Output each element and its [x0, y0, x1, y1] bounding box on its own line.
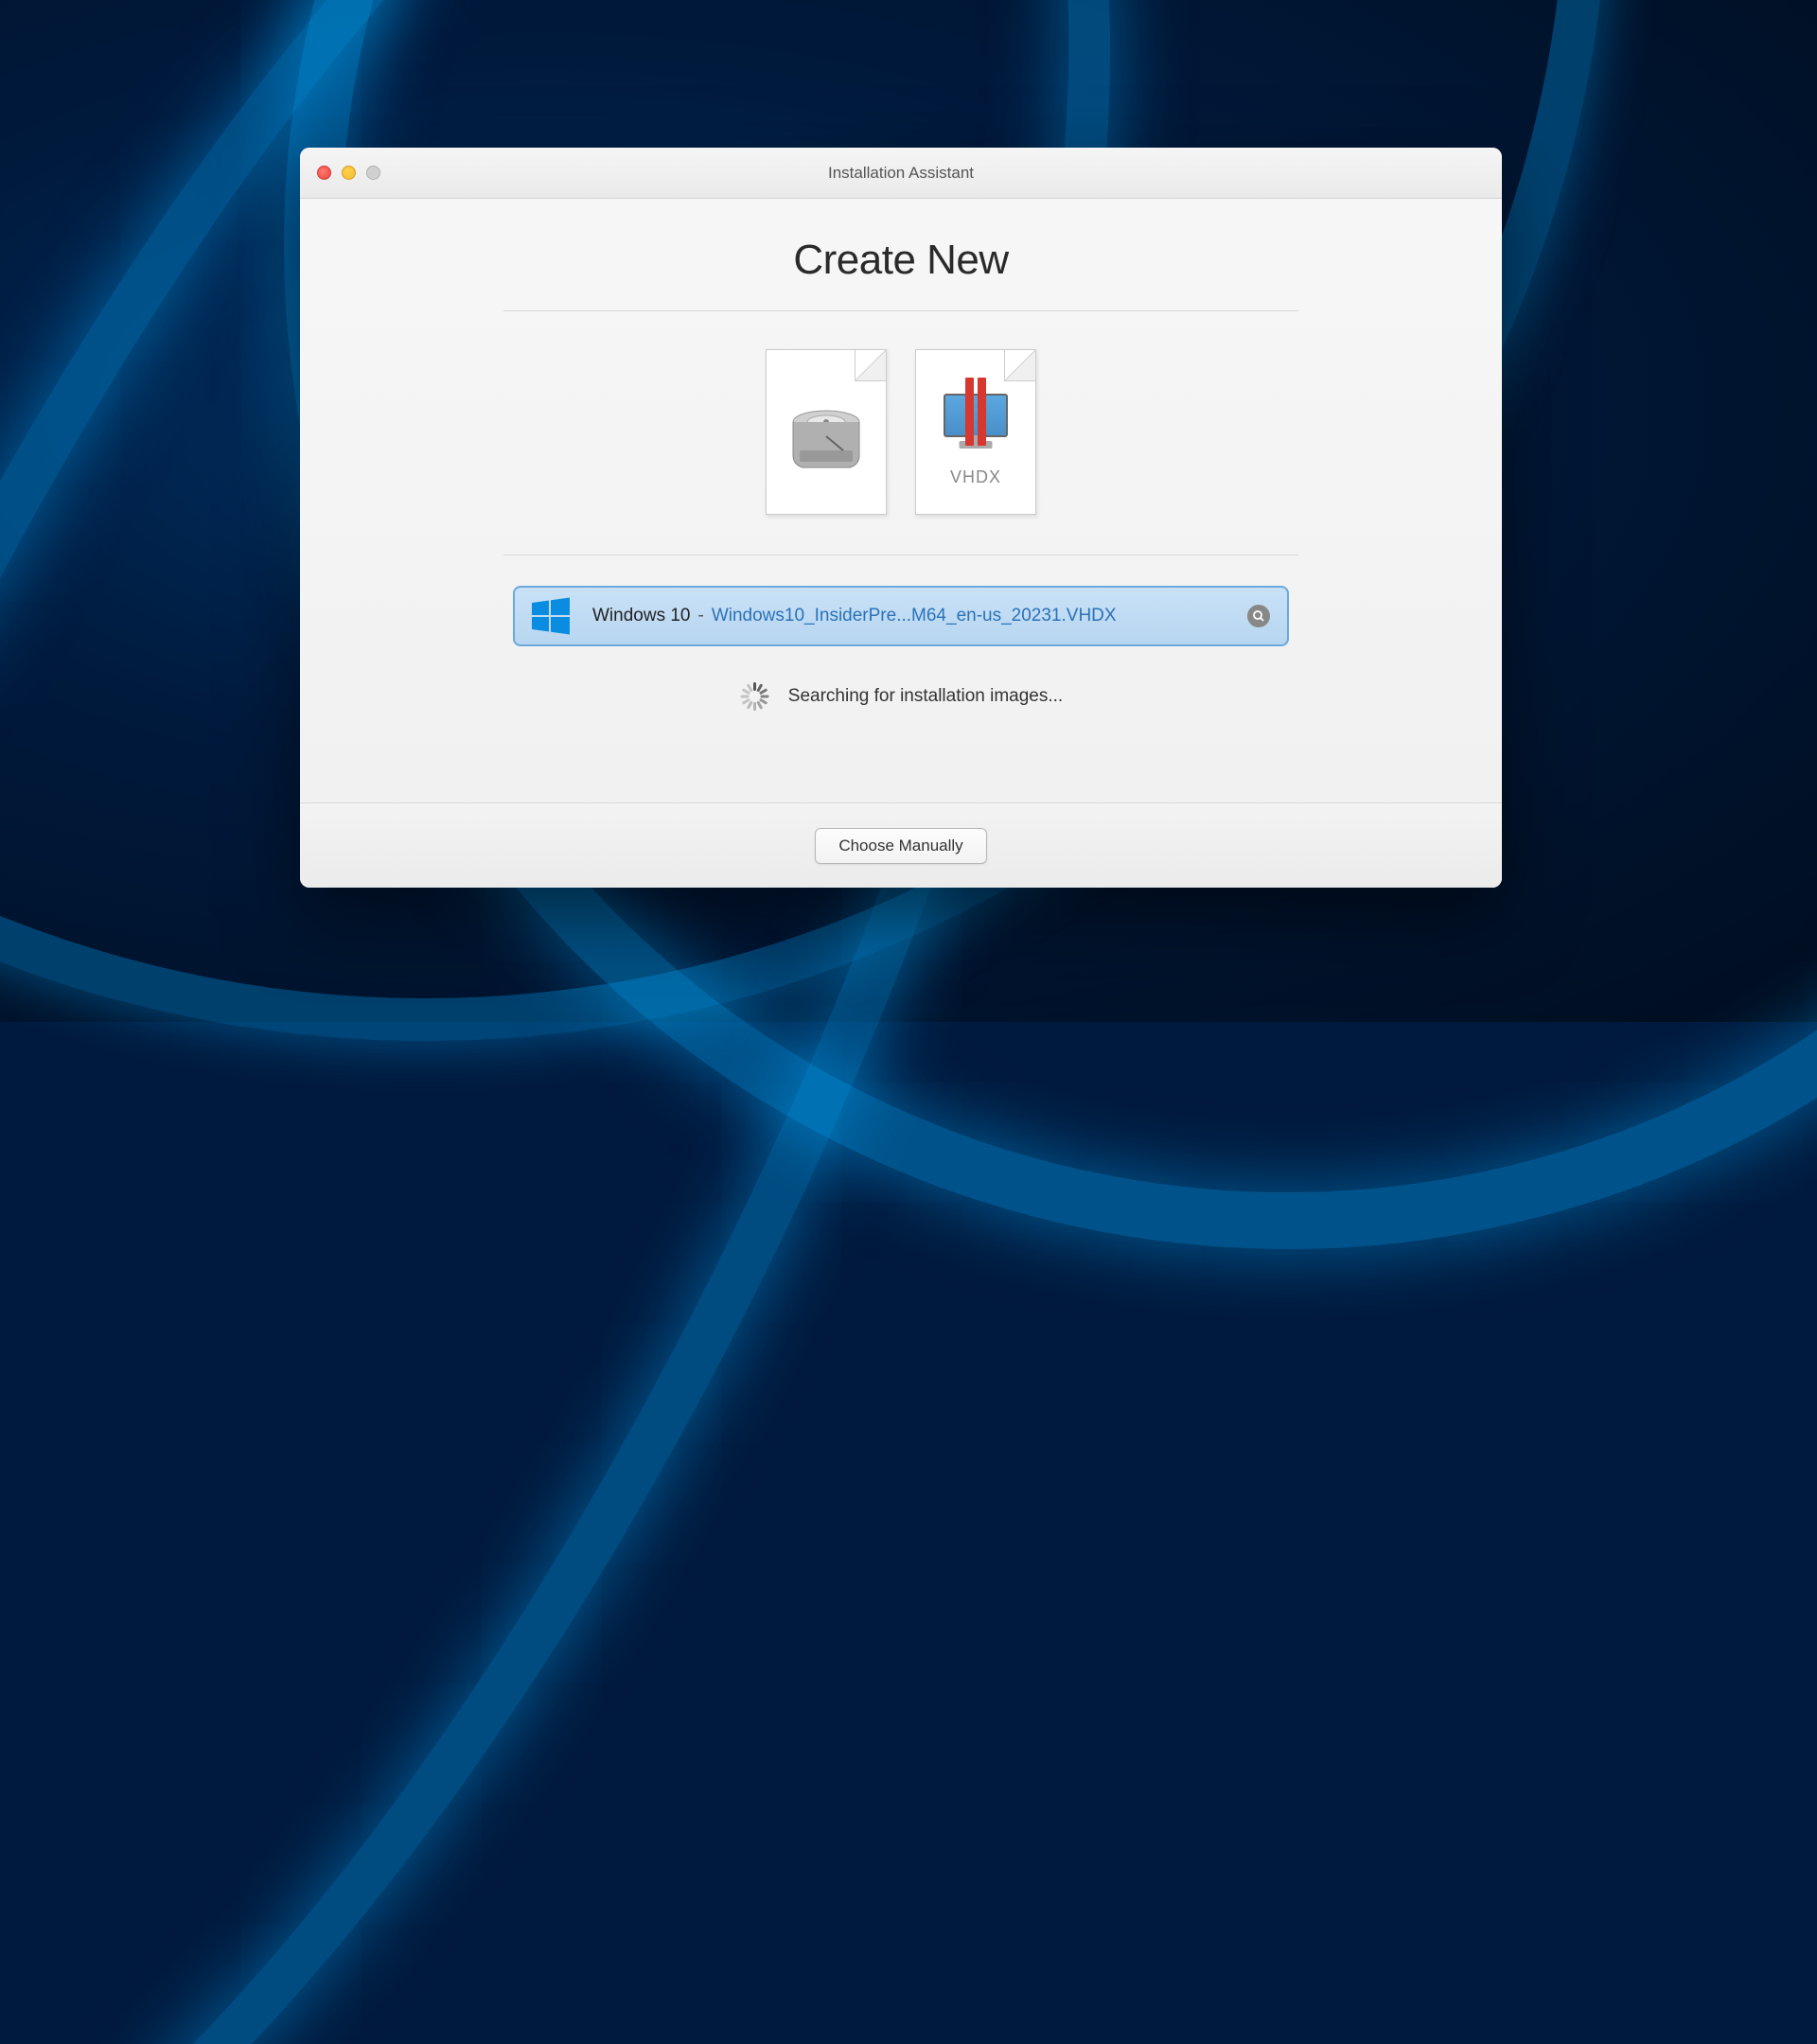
found-image-item[interactable]: Windows 10 - Windows10_InsiderPre...M64_… [513, 586, 1289, 646]
titlebar[interactable]: Installation Assistant [300, 148, 1502, 199]
search-status-text: Searching for installation images... [788, 686, 1063, 707]
content-area: Create New [300, 199, 1502, 782]
source-type-icons: VHDX [766, 349, 1036, 515]
page-heading: Create New [793, 237, 1008, 284]
found-separator: - [698, 606, 704, 626]
search-status: Searching for installation images... [739, 682, 1063, 711]
disk-image-icon[interactable] [766, 349, 887, 515]
windows-logo-icon [532, 597, 570, 635]
vhdx-label: VHDX [950, 467, 1001, 487]
bottom-bar: Choose Manually [300, 802, 1502, 888]
found-filename: Windows10_InsiderPre...M64_en-us_20231.V… [712, 606, 1247, 626]
installation-assistant-window: Installation Assistant Create New [300, 148, 1502, 888]
choose-manually-button[interactable]: Choose Manually [815, 828, 986, 864]
reveal-in-finder-button[interactable] [1247, 605, 1270, 627]
parallels-vm-icon [938, 385, 1014, 447]
minimize-button[interactable] [342, 166, 356, 180]
traffic-lights [317, 166, 380, 180]
vhdx-file-icon[interactable]: VHDX [915, 349, 1036, 515]
window-title: Installation Assistant [828, 164, 974, 183]
divider [503, 310, 1298, 311]
found-os-name: Windows 10 [592, 606, 691, 626]
hard-disk-icon [788, 403, 864, 479]
spinner-icon [739, 682, 767, 711]
maximize-button [366, 166, 380, 180]
close-button[interactable] [317, 166, 331, 180]
